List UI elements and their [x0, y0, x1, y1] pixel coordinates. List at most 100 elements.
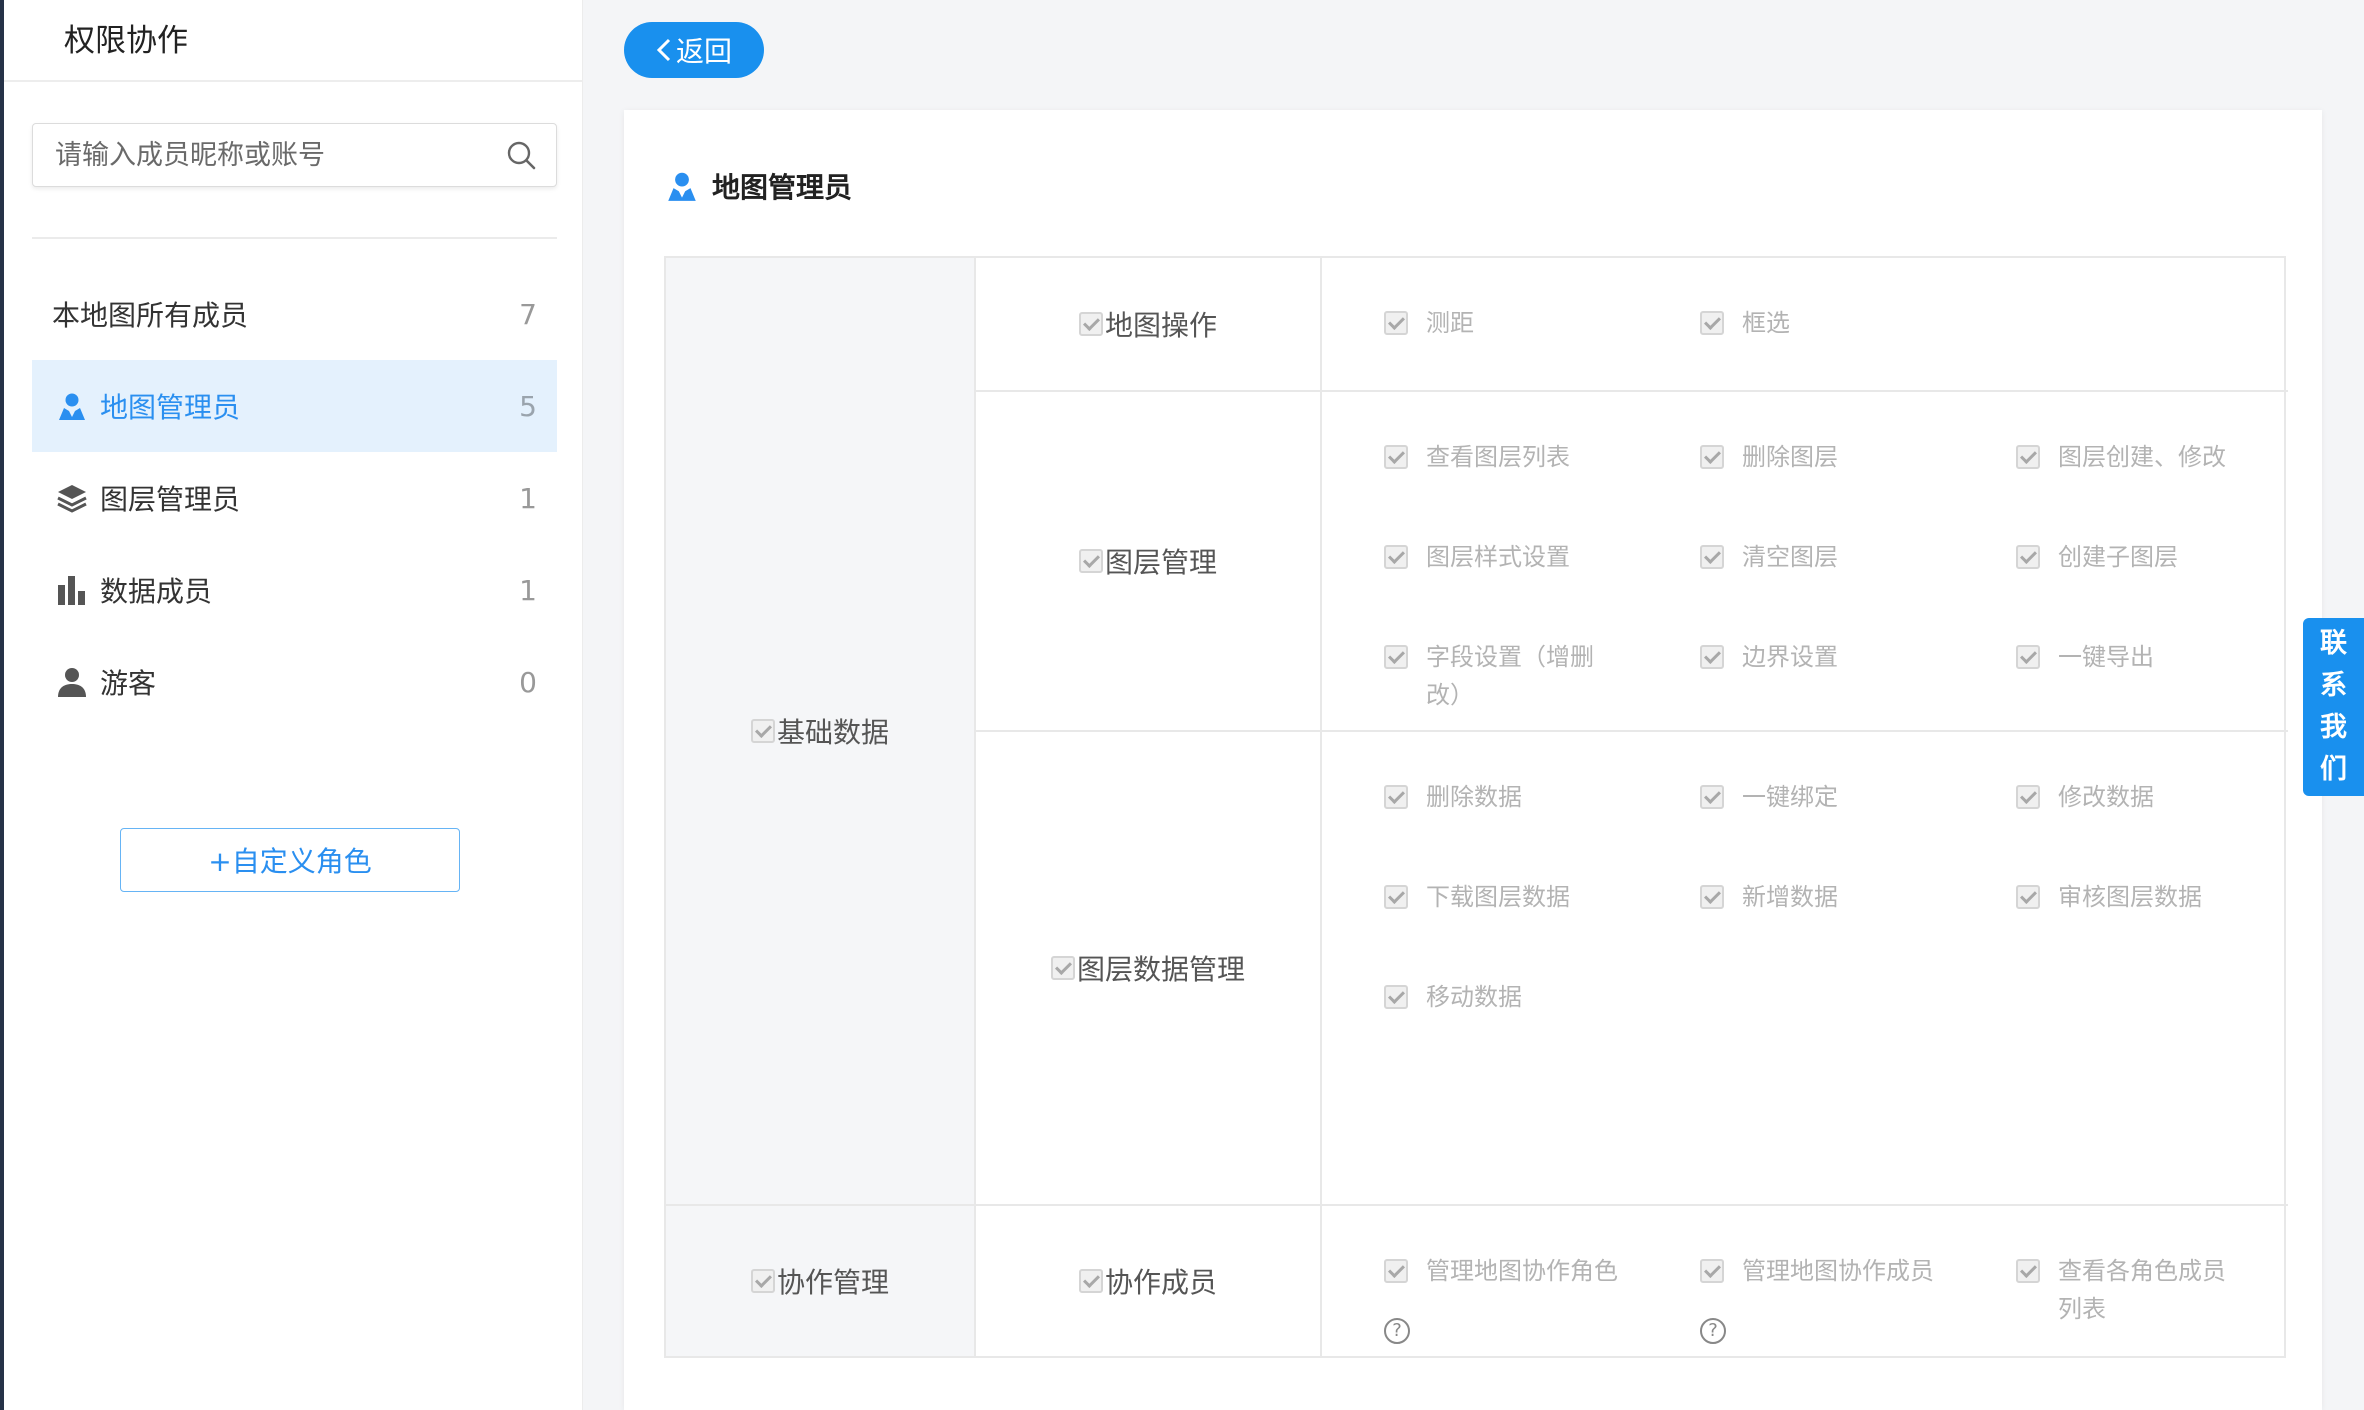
- perm-create-edit-layer[interactable]: 图层创建、修改: [2016, 438, 2268, 476]
- section-label: 图层数据管理: [1076, 953, 1245, 986]
- person-icon: [54, 664, 90, 700]
- perm-one-click-export[interactable]: 一键导出: [2016, 638, 2268, 676]
- contact-char: 联: [2320, 628, 2347, 659]
- checkbox[interactable]: [1700, 545, 1724, 569]
- role-item-layer-admin[interactable]: 图层管理员 1: [32, 452, 557, 544]
- group-label: 协作管理: [776, 1266, 889, 1299]
- group-checkbox-basic-data[interactable]: 基础数据: [750, 711, 889, 751]
- role-item-map-admin[interactable]: 地图管理员 5: [32, 360, 557, 452]
- checkbox[interactable]: [1700, 645, 1724, 669]
- checkbox[interactable]: [750, 1269, 775, 1293]
- role-label: 数据成员: [100, 575, 213, 608]
- role-item-guest[interactable]: 游客 0: [32, 636, 557, 728]
- map-user-icon: [664, 168, 700, 204]
- checkbox[interactable]: [1050, 956, 1075, 980]
- member-search-input[interactable]: [33, 124, 486, 186]
- role-count: 7: [519, 297, 537, 331]
- back-button[interactable]: 返回: [624, 22, 764, 78]
- checkbox[interactable]: [2016, 645, 2040, 669]
- section-label: 地图操作: [1104, 309, 1217, 342]
- sidebar-divider: [32, 237, 557, 239]
- perm-add-data[interactable]: 新增数据: [1700, 878, 1952, 916]
- checkbox[interactable]: [2016, 785, 2040, 809]
- checkbox[interactable]: [1700, 445, 1724, 469]
- perm-create-sublayer[interactable]: 创建子图层: [2016, 538, 2268, 576]
- checkbox[interactable]: [1700, 785, 1724, 809]
- checkbox[interactable]: [2016, 885, 2040, 909]
- checkbox[interactable]: [1384, 785, 1408, 809]
- group-cell-basic-data: 基础数据: [666, 258, 976, 1206]
- perm-clear-layer[interactable]: 清空图层: [1700, 538, 1952, 576]
- role-label: 图层管理员: [100, 483, 241, 516]
- checkbox[interactable]: [1384, 645, 1408, 669]
- perm-delete-layer[interactable]: 删除图层: [1700, 438, 1952, 476]
- perm-layer-style[interactable]: 图层样式设置: [1384, 538, 1636, 576]
- perm-measure[interactable]: 测距: [1384, 304, 1636, 342]
- section-cell-layer-data-mgmt: 图层数据管理: [976, 732, 1322, 1206]
- role-item-data-member[interactable]: 数据成员 1: [32, 544, 557, 636]
- checkbox[interactable]: [1384, 1259, 1408, 1283]
- section-cell-collab-members: 协作成员: [976, 1206, 1322, 1356]
- perm-manage-collab-roles[interactable]: 管理地图协作角色: [1384, 1252, 1636, 1290]
- contact-us-tab[interactable]: 联 系 我 们: [2303, 618, 2364, 796]
- role-label: 地图管理员: [100, 391, 241, 424]
- perm-edit-data[interactable]: 修改数据: [2016, 778, 2268, 816]
- checkbox[interactable]: [2016, 1259, 2040, 1283]
- perm-delete-data[interactable]: 删除数据: [1384, 778, 1636, 816]
- permission-table: 基础数据 协作管理 地图操作 图层管理 图层数据管理 协作成员 测距 框选 查看…: [664, 256, 2288, 1358]
- section-checkbox-collab-members[interactable]: 协作成员: [1078, 1261, 1217, 1301]
- perm-box-select[interactable]: 框选: [1700, 304, 1952, 342]
- group-checkbox-collab[interactable]: 协作管理: [750, 1261, 889, 1301]
- panel-title-text: 地图管理员: [712, 171, 853, 204]
- perm-cell-map-ops: 测距 框选: [1322, 258, 2288, 392]
- help-icon[interactable]: ?: [1700, 1318, 1726, 1344]
- checkbox[interactable]: [1384, 311, 1408, 335]
- checkbox[interactable]: [1700, 885, 1724, 909]
- perm-cell-layer-data-mgmt: 删除数据 一键绑定 修改数据 下载图层数据 新增数据 审核图层数据 移动数据: [1322, 732, 2288, 1206]
- perm-cell-collab-members: 管理地图协作角色 管理地图协作成员 查看各角色成员列表 ? ?: [1322, 1206, 2288, 1356]
- checkbox[interactable]: [2016, 545, 2040, 569]
- checkbox[interactable]: [2016, 445, 2040, 469]
- perm-field-settings[interactable]: 字段设置（增删改）: [1384, 638, 1616, 714]
- perm-move-data[interactable]: 移动数据: [1384, 978, 1636, 1016]
- section-label: 图层管理: [1104, 546, 1217, 579]
- checkbox[interactable]: [750, 719, 775, 743]
- checkbox[interactable]: [1078, 312, 1103, 336]
- perm-view-role-members[interactable]: 查看各角色成员列表: [2016, 1252, 2248, 1328]
- section-checkbox-layer-data-mgmt[interactable]: 图层数据管理: [1050, 948, 1245, 988]
- checkbox[interactable]: [1078, 549, 1103, 573]
- help-icon[interactable]: ?: [1384, 1318, 1410, 1344]
- checkbox[interactable]: [1384, 445, 1408, 469]
- layers-icon: [54, 480, 90, 516]
- role-count: 5: [519, 389, 537, 423]
- search-icon[interactable]: [486, 124, 556, 186]
- section-cell-layer-mgmt: 图层管理: [976, 392, 1322, 732]
- contact-char: 们: [2320, 754, 2347, 785]
- map-user-icon: [54, 388, 90, 424]
- checkbox[interactable]: [1384, 985, 1408, 1009]
- perm-view-layer-list[interactable]: 查看图层列表: [1384, 438, 1636, 476]
- role-count: 0: [519, 665, 537, 699]
- group-cell-collab: 协作管理: [666, 1206, 976, 1356]
- contact-char: 系: [2320, 670, 2347, 701]
- contact-char: 我: [2320, 712, 2347, 743]
- checkbox[interactable]: [1078, 1269, 1103, 1293]
- perm-review-layer-data[interactable]: 审核图层数据: [2016, 878, 2268, 916]
- add-custom-role-button[interactable]: +自定义角色: [120, 828, 460, 892]
- section-cell-map-ops: 地图操作: [976, 258, 1322, 392]
- checkbox[interactable]: [1384, 545, 1408, 569]
- perm-download-layer-data[interactable]: 下载图层数据: [1384, 878, 1636, 916]
- app: 权限协作 本地图所有成员 7: [0, 0, 2364, 1410]
- section-checkbox-layer-mgmt[interactable]: 图层管理: [1078, 541, 1217, 581]
- checkbox[interactable]: [1700, 1259, 1724, 1283]
- permission-panel: 地图管理员 基础数据 协作管理 地图操作 图层管理 图层数据管理 协作成员 测距…: [624, 110, 2322, 1410]
- section-checkbox-map-ops[interactable]: 地图操作: [1078, 304, 1217, 344]
- member-search: [32, 123, 557, 187]
- checkbox[interactable]: [1700, 311, 1724, 335]
- perm-boundary-settings[interactable]: 边界设置: [1700, 638, 1952, 676]
- checkbox[interactable]: [1384, 885, 1408, 909]
- chevron-left-icon: [656, 37, 672, 63]
- role-item-all-members[interactable]: 本地图所有成员 7: [32, 268, 557, 360]
- perm-manage-collab-members[interactable]: 管理地图协作成员: [1700, 1252, 1952, 1290]
- perm-one-click-bind[interactable]: 一键绑定: [1700, 778, 1952, 816]
